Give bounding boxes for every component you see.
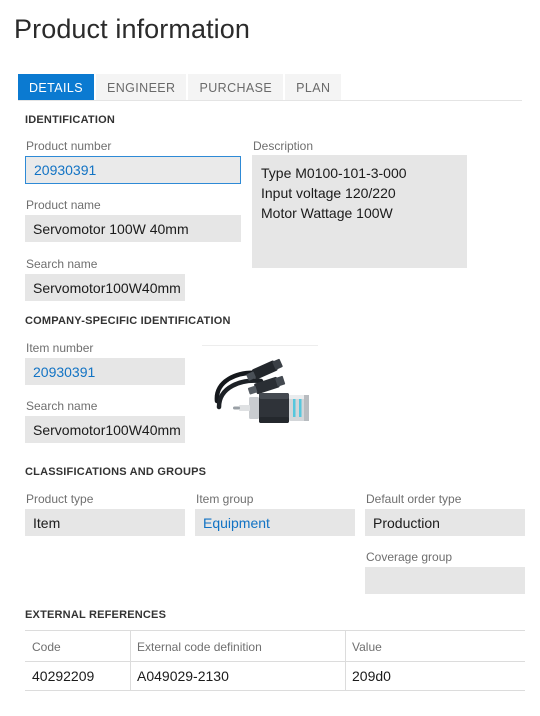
description-line-2: Input voltage 120/220: [261, 185, 396, 201]
item-group-value: Equipment: [203, 514, 270, 531]
product-number-label: Product number: [26, 139, 112, 153]
product-type-input[interactable]: Item: [25, 509, 185, 536]
section-header-classifications: CLASSIFICATIONS AND GROUPS: [25, 466, 207, 478]
product-name-value: Servomotor 100W 40mm: [33, 220, 189, 237]
product-name-label: Product name: [26, 198, 101, 212]
tab-details-label: DETAILS: [29, 80, 83, 95]
item-group-label: Item group: [196, 492, 254, 506]
description-textarea[interactable]: Type M0100-101-3-000 Input voltage 120/2…: [252, 155, 467, 268]
description-label: Description: [253, 139, 314, 153]
search-name-value: Servomotor100W40mm: [33, 279, 181, 296]
tab-engineer-label: ENGINEER: [106, 80, 176, 95]
company-search-name-input[interactable]: Servomotor100W40mm: [25, 416, 185, 443]
company-search-name-label: Search name: [26, 399, 98, 413]
table-col-sep-1: [130, 631, 131, 690]
product-image: [203, 355, 317, 437]
product-number-value: 20930391: [34, 162, 97, 178]
product-name-input[interactable]: Servomotor 100W 40mm: [25, 215, 241, 242]
item-number-label: Item number: [26, 341, 94, 355]
search-name-input[interactable]: Servomotor100W40mm: [25, 274, 185, 301]
tab-plan-label: PLAN: [296, 80, 331, 95]
coverage-group-input[interactable]: [365, 567, 525, 594]
table-header-code: Code: [32, 640, 61, 654]
tab-purchase[interactable]: PURCHASE: [188, 74, 284, 101]
product-image-divider: [202, 345, 318, 346]
description-line-1: Type M0100-101-3-000: [261, 165, 407, 181]
page-title: Product information: [14, 14, 251, 44]
item-group-input[interactable]: Equipment: [195, 509, 355, 536]
section-header-external-references: EXTERNAL REFERENCES: [25, 609, 167, 621]
table-header-rule: [25, 661, 525, 662]
tab-plan[interactable]: PLAN: [285, 74, 342, 101]
product-type-label: Product type: [26, 492, 94, 506]
product-type-value: Item: [33, 514, 61, 531]
item-number-value: 20930391: [33, 363, 96, 380]
default-order-type-value: Production: [373, 514, 440, 531]
table-top-rule: [25, 630, 525, 631]
table-cell-code[interactable]: 40292209: [32, 668, 94, 684]
table-col-sep-2: [345, 631, 346, 690]
tab-purchase-label: PURCHASE: [199, 80, 273, 95]
table-cell-definition[interactable]: A049029-2130: [137, 668, 229, 684]
tabstrip-underline: [18, 100, 522, 101]
table-header-definition: External code definition: [137, 640, 262, 654]
table-cell-value[interactable]: 209d0: [352, 668, 391, 684]
default-order-type-label: Default order type: [366, 492, 462, 506]
tabstrip: DETAILS ENGINEER PURCHASE PLAN: [18, 74, 343, 101]
section-header-company-specific: COMPANY-SPECIFIC IDENTIFICATION: [25, 315, 231, 327]
section-header-identification: IDENTIFICATION: [25, 114, 115, 126]
item-number-input[interactable]: 20930391: [25, 358, 185, 385]
default-order-type-input[interactable]: Production: [365, 509, 525, 536]
table-bottom-rule: [25, 690, 525, 691]
product-number-input[interactable]: 20930391: [25, 156, 241, 184]
search-name-label: Search name: [26, 257, 98, 271]
tab-engineer[interactable]: ENGINEER: [95, 74, 187, 101]
company-search-name-value: Servomotor100W40mm: [33, 421, 181, 438]
table-header-value: Value: [352, 640, 382, 654]
description-line-3: Motor Wattage 100W: [261, 205, 393, 221]
tab-details[interactable]: DETAILS: [18, 74, 94, 101]
coverage-group-label: Coverage group: [366, 550, 453, 564]
